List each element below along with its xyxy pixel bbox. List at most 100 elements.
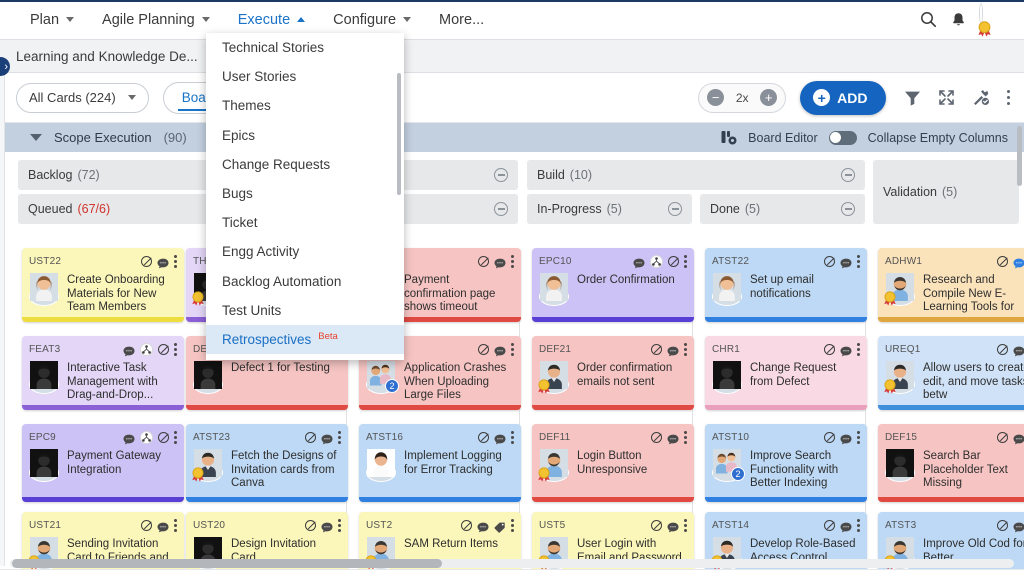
blocked-icon[interactable] bbox=[997, 432, 1008, 443]
board-card[interactable]: ATST16 Implement Logging for Error Tracki… bbox=[359, 424, 521, 502]
blocked-icon[interactable] bbox=[651, 432, 662, 443]
card-more-icon[interactable] bbox=[338, 519, 341, 532]
board-card[interactable]: EPC9 Payment Gateway Integration bbox=[22, 424, 184, 502]
board-card[interactable]: ATST23 Fetch the Designs of Invitation ca… bbox=[186, 424, 348, 502]
card-more-icon[interactable] bbox=[174, 431, 177, 444]
comment-icon[interactable] bbox=[840, 432, 852, 445]
collapse-column-icon[interactable] bbox=[494, 202, 508, 216]
blocked-icon[interactable] bbox=[158, 432, 169, 443]
board-card[interactable]: ATST22 Set up email notifications bbox=[705, 248, 867, 322]
comment-icon[interactable] bbox=[494, 344, 506, 357]
card-more-icon[interactable] bbox=[684, 255, 687, 268]
more-vertical-icon[interactable] bbox=[1006, 89, 1010, 106]
comment-icon[interactable] bbox=[667, 344, 679, 357]
card-more-icon[interactable] bbox=[857, 343, 860, 356]
card-more-icon[interactable] bbox=[684, 519, 687, 532]
card-avatar[interactable] bbox=[192, 449, 224, 482]
nav-item-more[interactable]: More... bbox=[425, 4, 498, 36]
comment-icon[interactable] bbox=[1013, 344, 1024, 357]
comment-icon[interactable] bbox=[477, 520, 489, 533]
board-card[interactable]: DEF15 Search Bar Placeholder Text Missing bbox=[878, 424, 1024, 502]
zoom-out-button[interactable]: − bbox=[707, 89, 725, 106]
board-horizontal-scrollbar-thumb[interactable] bbox=[12, 559, 442, 568]
column-header-build[interactable]: Build (10) bbox=[527, 160, 865, 190]
menu-scrollbar[interactable] bbox=[397, 73, 401, 195]
blocked-icon[interactable] bbox=[478, 256, 489, 267]
card-more-icon[interactable] bbox=[338, 431, 341, 444]
comment-icon[interactable] bbox=[840, 256, 852, 269]
blocked-icon[interactable] bbox=[824, 432, 835, 443]
card-more-icon[interactable] bbox=[684, 343, 687, 356]
tag-icon[interactable] bbox=[494, 520, 506, 533]
card-more-icon[interactable] bbox=[174, 519, 177, 532]
add-button[interactable]: + ADD bbox=[800, 80, 886, 115]
blocked-icon[interactable] bbox=[997, 520, 1008, 531]
nav-item-configure[interactable]: Configure bbox=[319, 4, 425, 36]
blocked-icon[interactable] bbox=[824, 520, 835, 531]
card-avatar[interactable]: 2 bbox=[366, 361, 399, 394]
card-avatar[interactable] bbox=[29, 449, 60, 482]
card-avatar[interactable] bbox=[29, 273, 60, 306]
board-card[interactable]: CHR1 Change Request from Defect bbox=[705, 336, 867, 410]
blocked-icon[interactable] bbox=[141, 520, 152, 531]
comment-icon[interactable] bbox=[157, 256, 169, 269]
comment-icon[interactable] bbox=[840, 520, 852, 533]
menu-item-retrospectives[interactable]: Retrospectives Beta bbox=[206, 324, 404, 355]
blocked-icon[interactable] bbox=[668, 256, 679, 267]
card-avatar[interactable] bbox=[884, 361, 916, 394]
blocked-icon[interactable] bbox=[305, 432, 316, 443]
blocked-icon[interactable] bbox=[305, 520, 316, 531]
card-avatar[interactable] bbox=[712, 273, 743, 306]
comment-icon[interactable] bbox=[840, 344, 852, 357]
board-vertical-scrollbar[interactable] bbox=[1017, 126, 1022, 186]
comment-icon[interactable] bbox=[667, 520, 679, 533]
comment-icon[interactable] bbox=[1013, 256, 1024, 269]
menu-item-ticket[interactable]: Ticket bbox=[206, 208, 404, 237]
blocked-icon[interactable] bbox=[461, 520, 472, 531]
swimlane-header[interactable]: Scope Execution (90) bbox=[18, 124, 208, 151]
nav-item-agile-planning[interactable]: Agile Planning bbox=[88, 4, 224, 36]
filter-icon[interactable] bbox=[904, 90, 921, 106]
card-more-icon[interactable] bbox=[511, 255, 514, 268]
card-avatar[interactable] bbox=[539, 273, 570, 306]
card-more-icon[interactable] bbox=[857, 519, 860, 532]
menu-item-themes[interactable]: Themes bbox=[206, 91, 404, 120]
card-avatar[interactable] bbox=[538, 449, 570, 482]
comment-icon[interactable] bbox=[321, 520, 333, 533]
blocked-icon[interactable] bbox=[478, 432, 489, 443]
board-card[interactable]: DEF11 Login Button Unresponsive bbox=[532, 424, 694, 502]
menu-item-user-stories[interactable]: User Stories bbox=[206, 62, 404, 91]
blocked-icon[interactable] bbox=[651, 344, 662, 355]
comment-icon[interactable] bbox=[1013, 432, 1024, 445]
menu-item-bugs[interactable]: Bugs bbox=[206, 179, 404, 208]
board-card[interactable]: FEAT3 Interactive Task Management with Dr… bbox=[22, 336, 184, 410]
column-header-in-progress[interactable]: In-Progress (5) bbox=[527, 194, 692, 224]
hierarchy-icon[interactable] bbox=[140, 343, 153, 356]
menu-item-test-units[interactable]: Test Units bbox=[206, 296, 404, 325]
comment-icon[interactable] bbox=[494, 432, 506, 445]
card-avatar[interactable] bbox=[885, 449, 916, 482]
collapse-column-icon[interactable] bbox=[668, 202, 682, 216]
breadcrumb-project-label[interactable]: Learning and Knowledge De... bbox=[16, 49, 198, 64]
zoom-in-button[interactable]: + bbox=[760, 89, 778, 106]
collapse-column-icon[interactable] bbox=[494, 168, 508, 182]
card-avatar[interactable] bbox=[193, 361, 224, 394]
card-avatar[interactable] bbox=[712, 361, 743, 394]
board-card[interactable]: ADHW1 Research and Compile New E-Learning… bbox=[878, 248, 1024, 322]
collapse-column-icon[interactable] bbox=[841, 168, 855, 182]
avatar[interactable] bbox=[978, 3, 1010, 37]
nav-item-plan[interactable]: Plan bbox=[16, 4, 88, 36]
comment-icon[interactable] bbox=[157, 520, 169, 533]
board-editor-icon[interactable] bbox=[721, 130, 737, 145]
blocked-icon[interactable] bbox=[158, 344, 169, 355]
expand-icon[interactable] bbox=[938, 89, 955, 106]
board-card[interactable]: UST22 Create Onboarding Materials for New… bbox=[22, 248, 184, 322]
hierarchy-icon[interactable] bbox=[140, 431, 153, 444]
menu-item-backlog-automation[interactable]: Backlog Automation bbox=[206, 267, 404, 296]
menu-item-change-requests[interactable]: Change Requests bbox=[206, 150, 404, 179]
card-more-icon[interactable] bbox=[684, 431, 687, 444]
collapse-column-icon[interactable] bbox=[841, 202, 855, 216]
card-avatar[interactable] bbox=[29, 361, 60, 394]
card-avatar[interactable] bbox=[366, 449, 397, 482]
card-avatar[interactable]: 2 bbox=[712, 449, 745, 482]
